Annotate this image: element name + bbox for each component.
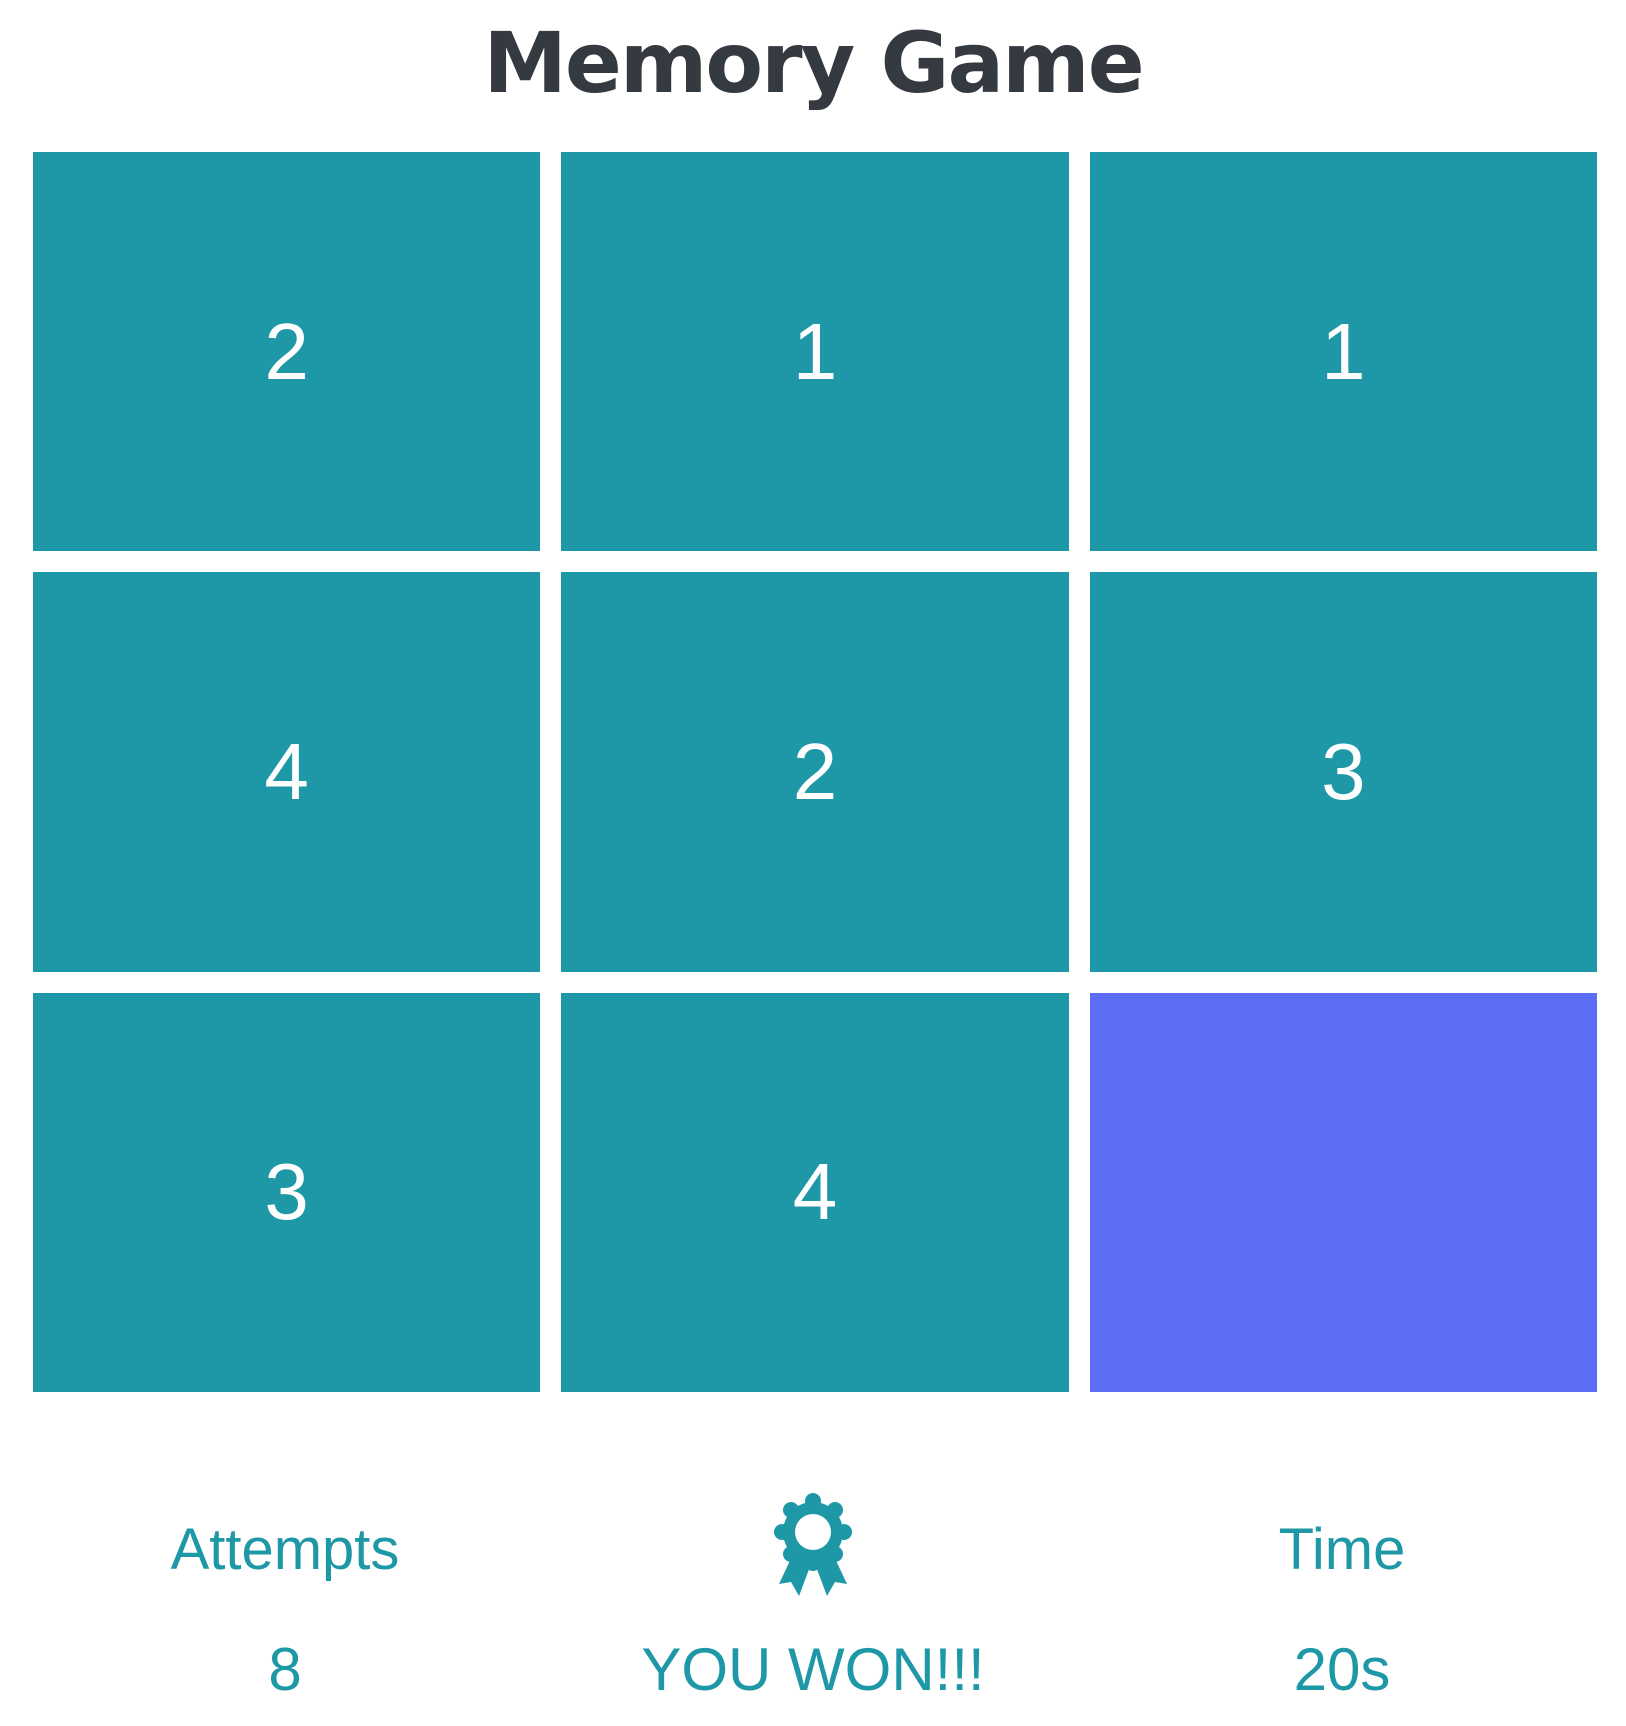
stats-bar: Attempts 8 YOU WON!!! Time 20s [0,1480,1626,1720]
card-4[interactable]: 4 [33,572,541,972]
card-2[interactable]: 1 [561,152,1069,552]
status-text: YOU WON!!! [641,1636,985,1703]
time-value: 20s [1293,1636,1391,1703]
card-9[interactable] [1089,992,1597,1392]
game-board: 2 1 1 4 2 3 3 4 [33,152,1597,1392]
page-title: Memory Game [483,14,1144,112]
card-1[interactable]: 2 [33,152,541,552]
attempts-value: 8 [268,1636,302,1703]
card-3[interactable]: 1 [1089,152,1597,552]
time-label: Time [1278,1517,1406,1582]
card-8[interactable]: 4 [561,992,1069,1392]
attempts-label: Attempts [170,1517,400,1582]
card-7[interactable]: 3 [33,992,541,1392]
card-6[interactable]: 3 [1089,572,1597,972]
award-icon [774,1493,852,1596]
card-5[interactable]: 2 [561,572,1069,972]
